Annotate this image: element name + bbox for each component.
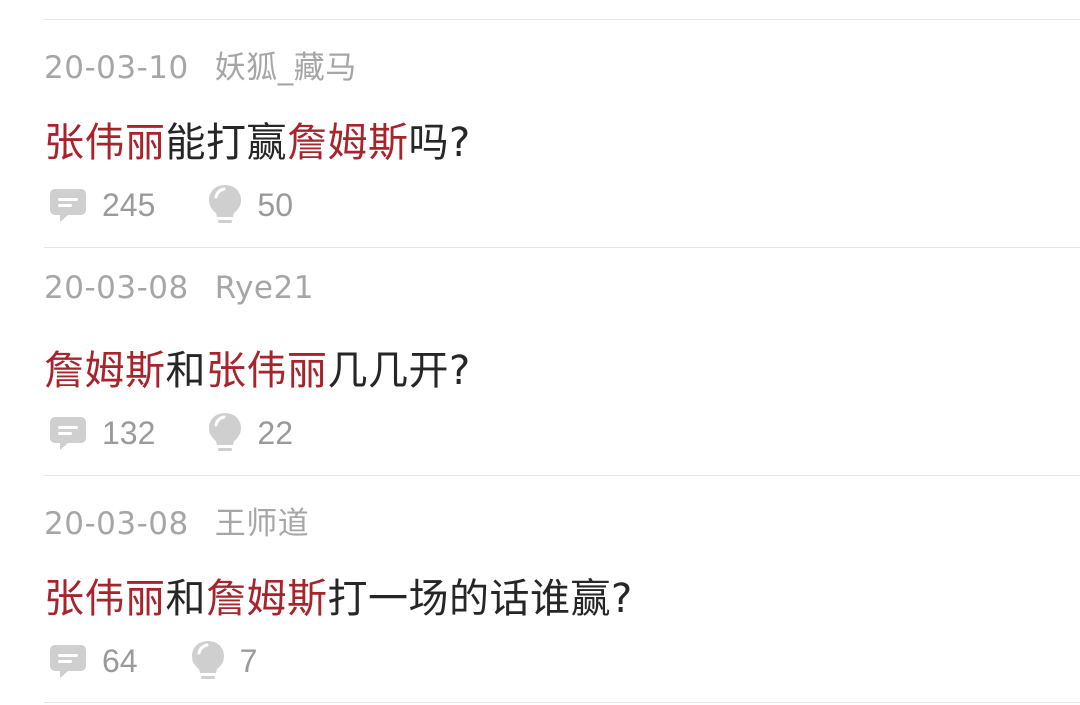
post-meta: 20-03-08 Rye21 xyxy=(44,270,314,306)
post-title[interactable]: 詹姆斯和张伟丽几几开? xyxy=(44,338,471,396)
post-feed: 20-03-10 妖狐_藏马 张伟丽能打赢詹姆斯吗? 245 50 20-03-… xyxy=(0,0,1080,705)
title-highlight: 张伟丽 xyxy=(44,576,166,622)
comment-count: 64 xyxy=(102,642,138,679)
like-count: 22 xyxy=(257,414,293,451)
post-stats: 132 22 xyxy=(48,408,293,458)
post-date: 20-03-08 xyxy=(44,270,189,306)
comment-bubble-icon xyxy=(48,185,88,225)
post-author[interactable]: 妖狐_藏马 xyxy=(215,50,357,86)
title-text: 吗? xyxy=(408,120,471,166)
post-author[interactable]: 王师道 xyxy=(215,506,310,542)
post-item[interactable]: 20-03-10 妖狐_藏马 张伟丽能打赢詹姆斯吗? 245 50 xyxy=(0,20,1080,248)
comment-count-button[interactable]: 132 xyxy=(48,413,155,453)
like-count-button[interactable]: 7 xyxy=(190,639,258,683)
post-meta: 20-03-10 妖狐_藏马 xyxy=(44,42,357,87)
post-stats: 245 50 xyxy=(48,180,293,230)
comment-bubble-icon xyxy=(48,413,88,453)
post-item[interactable]: 20-03-08 Rye21 詹姆斯和张伟丽几几开? 132 22 xyxy=(0,248,1080,476)
post-meta: 20-03-08 王师道 xyxy=(44,498,309,543)
title-text: 和 xyxy=(165,348,206,394)
lightbulb-icon xyxy=(190,639,226,683)
title-text: 几几开? xyxy=(327,348,471,394)
title-text: 能打赢 xyxy=(165,120,287,166)
post-author[interactable]: Rye21 xyxy=(215,270,314,306)
title-highlight: 张伟丽 xyxy=(44,120,166,166)
title-highlight: 詹姆斯 xyxy=(287,120,409,166)
divider xyxy=(44,702,1080,703)
post-date: 20-03-10 xyxy=(44,50,189,86)
post-stats: 64 7 xyxy=(48,636,257,686)
like-count: 50 xyxy=(257,186,293,223)
like-count-button[interactable]: 50 xyxy=(207,183,293,227)
comment-count-button[interactable]: 245 xyxy=(48,185,155,225)
post-title[interactable]: 张伟丽能打赢詹姆斯吗? xyxy=(44,110,471,168)
post-title[interactable]: 张伟丽和詹姆斯打一场的话谁赢? xyxy=(44,566,633,624)
comment-bubble-icon xyxy=(48,641,88,681)
lightbulb-icon xyxy=(207,411,243,455)
title-text: 和 xyxy=(165,576,206,622)
title-highlight: 詹姆斯 xyxy=(44,348,166,394)
title-text: 打一场的话谁赢? xyxy=(327,576,633,622)
comment-count: 245 xyxy=(102,186,156,223)
like-count-button[interactable]: 22 xyxy=(207,411,293,455)
title-highlight: 詹姆斯 xyxy=(206,576,328,622)
post-date: 20-03-08 xyxy=(44,506,189,542)
comment-count-button[interactable]: 64 xyxy=(48,641,138,681)
like-count: 7 xyxy=(239,642,258,679)
lightbulb-icon xyxy=(207,183,243,227)
comment-count: 132 xyxy=(102,414,156,451)
title-highlight: 张伟丽 xyxy=(206,348,328,394)
post-item[interactable]: 20-03-08 王师道 张伟丽和詹姆斯打一场的话谁赢? 64 7 xyxy=(0,476,1080,704)
